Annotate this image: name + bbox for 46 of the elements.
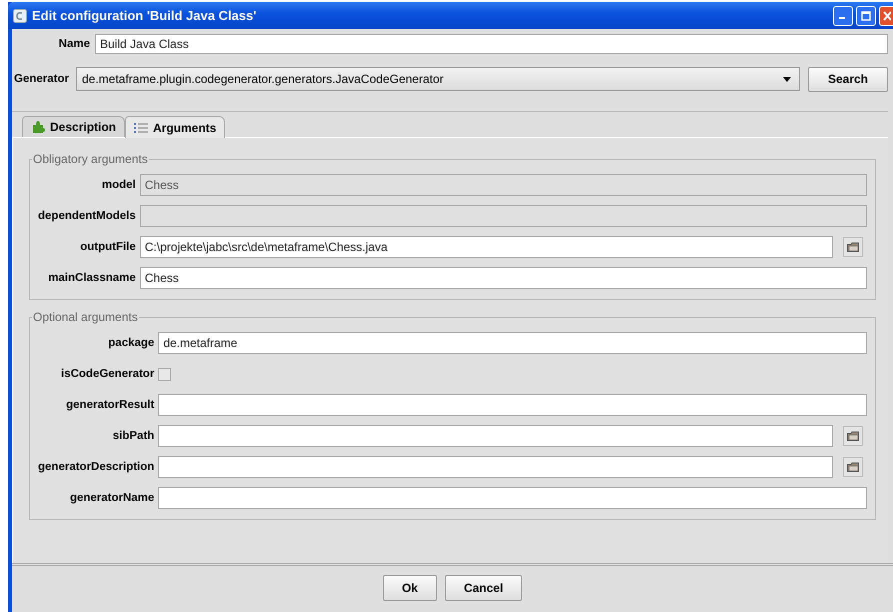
- browse-button[interactable]: [843, 237, 863, 257]
- list-icon: [134, 122, 148, 134]
- browse-button[interactable]: [843, 457, 863, 477]
- input-field: Chess: [140, 174, 867, 196]
- input-field[interactable]: Chess: [140, 267, 867, 289]
- group-title: Obligatory arguments: [32, 152, 149, 166]
- dialog-button[interactable]: Cancel: [444, 575, 522, 601]
- tab[interactable]: Arguments: [125, 116, 226, 138]
- input-field[interactable]: C:\projekte\jabc\src\de\metaframe\Chess.java: [140, 236, 833, 258]
- group-title: Optional arguments: [32, 310, 139, 324]
- field-label: package: [107, 337, 154, 349]
- field-label: Generator: [14, 73, 69, 85]
- field-label: mainClassname: [47, 272, 136, 284]
- field-label: sibPath: [112, 430, 154, 442]
- name-field[interactable]: Build Java Class: [95, 34, 888, 54]
- close-icon: [882, 10, 890, 20]
- puzzle-icon: [31, 120, 45, 134]
- folder-icon: [847, 431, 859, 441]
- checkbox[interactable]: [158, 368, 172, 380]
- field-label: generatorName: [68, 492, 154, 504]
- minimize-button[interactable]: [833, 6, 853, 26]
- dropdown-arrow-icon: [783, 76, 791, 82]
- input-field[interactable]: [158, 456, 833, 478]
- folder-icon: [847, 242, 859, 252]
- input-field[interactable]: [158, 425, 833, 447]
- window-title: Edit configuration 'Build Java Class': [32, 8, 258, 23]
- field-label: generatorResult: [65, 399, 154, 411]
- field-label: dependentModels: [38, 210, 136, 222]
- input-field[interactable]: de.metaframe: [158, 332, 867, 354]
- browse-button[interactable]: [843, 426, 863, 446]
- maximize-icon: [861, 10, 871, 20]
- field-label: isCodeGenerator: [60, 368, 154, 380]
- field-label: outputFile: [79, 241, 136, 253]
- dialog-button[interactable]: Ok: [382, 575, 437, 601]
- tab[interactable]: Description: [22, 116, 126, 137]
- close-button[interactable]: [879, 6, 893, 26]
- field-label: Name: [58, 38, 90, 50]
- maximize-button[interactable]: [856, 6, 876, 26]
- field-label: model: [100, 179, 136, 191]
- generator-dropdown[interactable]: de.metaframe.plugin.codegenerator.generators.JavaCodeGenerator: [76, 67, 800, 91]
- search-button[interactable]: Search: [808, 66, 888, 92]
- input-field[interactable]: [158, 394, 867, 416]
- app-icon: [13, 8, 27, 22]
- field-label: generatorDescription: [38, 461, 154, 473]
- input-field[interactable]: [158, 487, 867, 509]
- folder-icon: [847, 462, 859, 472]
